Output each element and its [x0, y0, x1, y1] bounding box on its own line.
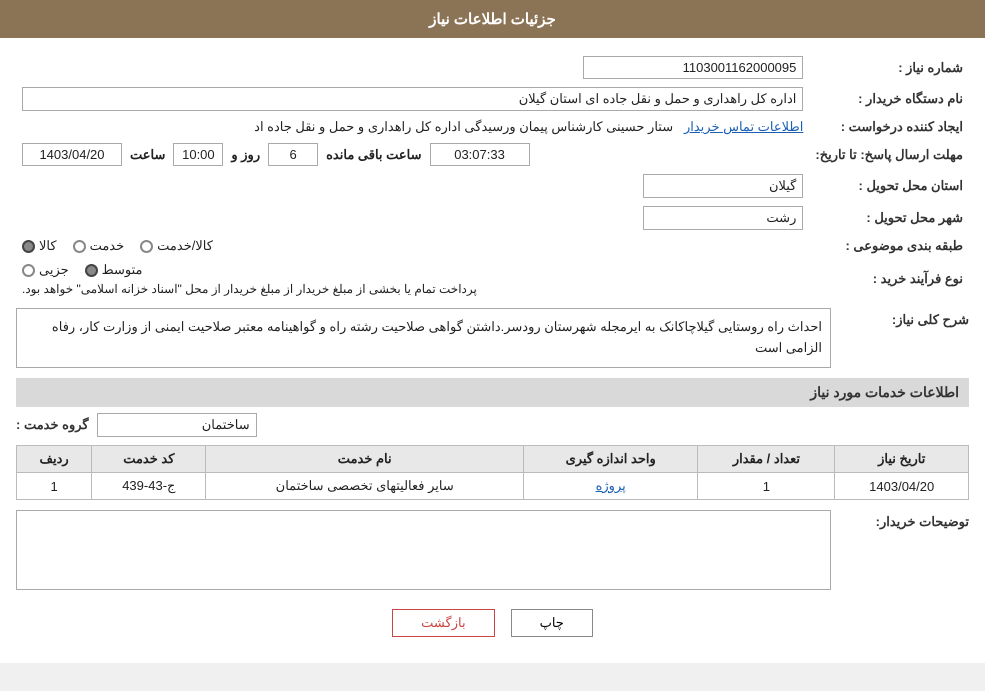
- nam-dastgah-label: نام دستگاه خریدار :: [809, 83, 969, 115]
- grohe-khedmat-label: گروه خدمت :: [16, 417, 89, 433]
- col-vahed: واحد اندازه گیری: [523, 446, 697, 473]
- nam-dastgah-input: اداره کل راهداری و حمل و نقل جاده ای است…: [22, 87, 803, 111]
- khadamat-section-header: اطلاعات خدمات مورد نیاز: [16, 378, 969, 407]
- service-table: تاریخ نیاز تعداد / مقدار واحد اندازه گیر…: [16, 445, 969, 500]
- grohe-khedmat-row: ساختمان گروه خدمت :: [16, 413, 969, 437]
- row-ijad-konande: ایجاد کننده درخواست : اطلاعات تماس خریدا…: [16, 115, 969, 139]
- noe-farayand-value: متوسط جزیی پرداخت تمام یا بخشی از مبلغ خ…: [16, 258, 809, 300]
- main-info-table: شماره نیاز : 1103001162000095 نام دستگاه…: [16, 52, 969, 300]
- noe-farayand-note: پرداخت تمام یا بخشی از مبلغ خریدار از مب…: [22, 282, 477, 296]
- shahr-input: رشت: [643, 206, 803, 230]
- shomara-niaz-input: 1103001162000095: [583, 56, 803, 79]
- tabaqe-khedmat[interactable]: خدمت: [73, 238, 125, 254]
- tabaqe-khedmat-radio[interactable]: [73, 240, 86, 253]
- row-tedad: 1: [698, 473, 835, 500]
- ostan-input: گیلان: [643, 174, 803, 198]
- sharh-row: شرح کلی نیاز: احداث راه روستایی گیلاچاکا…: [16, 308, 969, 368]
- mohlat-date-val: 1403/04/20: [22, 143, 122, 166]
- ijad-konande-label: ایجاد کننده درخواست :: [809, 115, 969, 139]
- page-wrapper: جزئیات اطلاعات نیاز شماره نیاز : 1103001…: [0, 0, 985, 663]
- mohlat-time-val: 10:00: [173, 143, 223, 166]
- mohlat-saat-label: ساعت باقی مانده: [326, 147, 421, 163]
- mohlat-label: مهلت ارسال پاسخ: تا تاریخ:: [809, 139, 969, 170]
- col-kod: کد خدمت: [92, 446, 206, 473]
- row-noe-farayand: نوع فرآیند خرید : متوسط جزیی: [16, 258, 969, 300]
- nam-dastgah-value: اداره کل راهداری و حمل و نقل جاده ای است…: [16, 83, 809, 115]
- page-header: جزئیات اطلاعات نیاز: [0, 0, 985, 38]
- noe-farayand-radio-row: متوسط جزیی: [22, 262, 143, 278]
- mohlat-time-label: ساعت: [130, 147, 165, 163]
- col-tarikh: تاریخ نیاز: [835, 446, 969, 473]
- ostan-value: گیلان: [16, 170, 809, 202]
- button-row: چاپ بازگشت: [16, 609, 969, 637]
- row-kod: ج-43-439: [92, 473, 206, 500]
- tabaqe-khedmat-label: خدمت: [90, 238, 125, 254]
- tabaqe-kala-label: کالا: [39, 238, 57, 254]
- tabaqe-label: طبقه بندی موضوعی :: [809, 234, 969, 258]
- noe-motavasset[interactable]: متوسط: [85, 262, 143, 278]
- row-nam: سایر فعالیتهای تخصصی ساختمان: [206, 473, 524, 500]
- shomara-niaz-label: شماره نیاز :: [809, 52, 969, 83]
- tabaqe-value: کالا/خدمت خدمت کالا: [16, 234, 809, 258]
- noe-motavasset-radio[interactable]: [85, 264, 98, 277]
- col-radif: ردیف: [17, 446, 92, 473]
- row-radif: 1: [17, 473, 92, 500]
- col-nam: نام خدمت: [206, 446, 524, 473]
- back-button[interactable]: بازگشت: [392, 609, 494, 637]
- print-button[interactable]: چاپ: [511, 609, 593, 637]
- tabaqe-kala[interactable]: کالا: [22, 238, 57, 254]
- grohe-khedmat-input: ساختمان: [97, 413, 257, 437]
- row-mohlat: مهلت ارسال پاسخ: تا تاریخ: 03:07:33 ساعت…: [16, 139, 969, 170]
- page-title: جزئیات اطلاعات نیاز: [429, 11, 556, 28]
- mohlat-rooz-label: روز و: [231, 147, 260, 163]
- row-tabaqe: طبقه بندی موضوعی : کالا/خدمت خدمت کالا: [16, 234, 969, 258]
- toseeh-label: توضیحات خریدار:: [839, 510, 969, 530]
- row-vahed[interactable]: پروژه: [523, 473, 697, 500]
- service-table-body: 1403/04/20 1 پروژه سایر فعالیتهای تخصصی …: [17, 473, 969, 500]
- row-tarikh: 1403/04/20: [835, 473, 969, 500]
- col-tedad: تعداد / مقدار: [698, 446, 835, 473]
- content-area: شماره نیاز : 1103001162000095 نام دستگاه…: [0, 38, 985, 663]
- service-table-header: تاریخ نیاز تعداد / مقدار واحد اندازه گیر…: [17, 446, 969, 473]
- sharh-label: شرح کلی نیاز:: [839, 308, 969, 328]
- row-shahr: شهر محل تحویل : رشت: [16, 202, 969, 234]
- tabaqe-kala-khedmat-label: کالا/خدمت: [157, 238, 213, 254]
- row-nam-dastgah: نام دستگاه خریدار : اداره کل راهداری و ح…: [16, 83, 969, 115]
- ostan-label: استان محل تحویل :: [809, 170, 969, 202]
- ijad-konande-link[interactable]: اطلاعات تماس خریدار: [684, 119, 803, 134]
- mohlat-value: 03:07:33 ساعت باقی مانده 6 روز و 10:00 س…: [16, 139, 809, 170]
- shahr-value: رشت: [16, 202, 809, 234]
- noe-jozi[interactable]: جزیی: [22, 262, 69, 278]
- mohlat-saat-remaining: 03:07:33: [430, 143, 530, 166]
- noe-farayand-label: نوع فرآیند خرید :: [809, 258, 969, 300]
- toseeh-textarea-area: [16, 510, 831, 593]
- sharh-description-box: احداث راه روستایی گیلاچاکانک به ایرمجله …: [16, 308, 831, 368]
- toseeh-row: توضیحات خریدار:: [16, 510, 969, 593]
- mohlat-row: 03:07:33 ساعت باقی مانده 6 روز و 10:00 س…: [22, 143, 803, 166]
- tabaqe-radio-row: کالا/خدمت خدمت کالا: [22, 238, 803, 254]
- ijad-konande-text: ستار حسینی کارشناس پیمان ورسیدگی اداره ک…: [254, 119, 673, 134]
- mohlat-rooz-val: 6: [268, 143, 318, 166]
- shahr-label: شهر محل تحویل :: [809, 202, 969, 234]
- sharh-value-area: احداث راه روستایی گیلاچاکانک به ایرمجله …: [16, 308, 831, 368]
- noe-jozi-label: جزیی: [39, 262, 69, 278]
- shomara-niaz-value: 1103001162000095: [16, 52, 809, 83]
- ijad-konande-value: اطلاعات تماس خریدار ستار حسینی کارشناس پ…: [16, 115, 809, 139]
- table-row: 1403/04/20 1 پروژه سایر فعالیتهای تخصصی …: [17, 473, 969, 500]
- noe-motavasset-label: متوسط: [102, 262, 143, 278]
- tabaqe-kala-radio[interactable]: [22, 240, 35, 253]
- noe-jozi-radio[interactable]: [22, 264, 35, 277]
- service-header-row: تاریخ نیاز تعداد / مقدار واحد اندازه گیر…: [17, 446, 969, 473]
- row-shomara-niaz: شماره نیاز : 1103001162000095: [16, 52, 969, 83]
- row-ostan: استان محل تحویل : گیلان: [16, 170, 969, 202]
- toseeh-textarea[interactable]: [16, 510, 831, 590]
- tabaqe-kala-khedmat[interactable]: کالا/خدمت: [140, 238, 213, 254]
- tabaqe-kala-khedmat-radio[interactable]: [140, 240, 153, 253]
